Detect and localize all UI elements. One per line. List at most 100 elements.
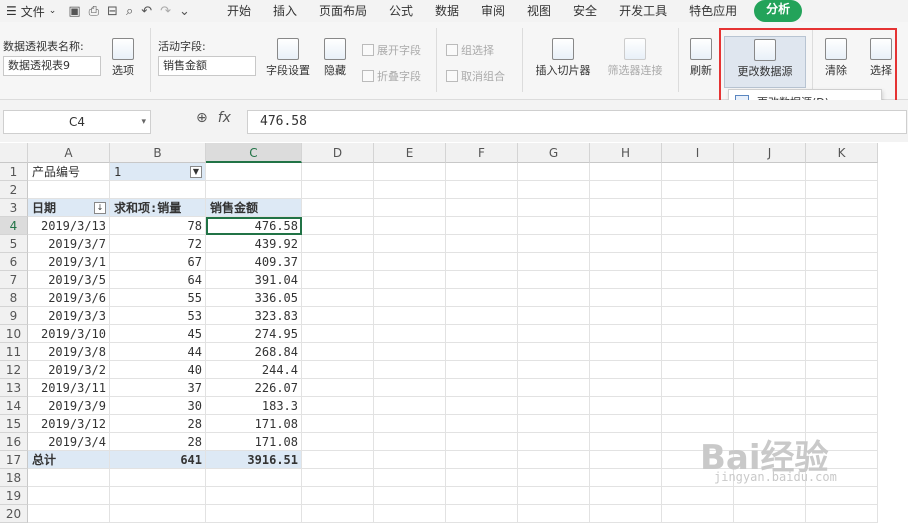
cell[interactable] bbox=[446, 253, 518, 271]
amount-cell[interactable]: 226.07 bbox=[206, 379, 302, 397]
cell[interactable] bbox=[662, 343, 734, 361]
cell[interactable] bbox=[734, 307, 806, 325]
cell[interactable] bbox=[806, 379, 878, 397]
cell[interactable] bbox=[374, 235, 446, 253]
row-header-4[interactable]: 4 bbox=[0, 217, 28, 235]
cell[interactable] bbox=[302, 253, 374, 271]
cell[interactable] bbox=[446, 199, 518, 217]
cell[interactable] bbox=[302, 361, 374, 379]
field-settings-button[interactable]: 字段设置 bbox=[262, 38, 314, 78]
cell[interactable] bbox=[518, 289, 590, 307]
row-header-17[interactable]: 17 bbox=[0, 451, 28, 469]
cell[interactable] bbox=[590, 325, 662, 343]
filter-dropdown-icon[interactable]: ▼ bbox=[190, 166, 202, 178]
date-cell[interactable]: 2019/3/4 bbox=[28, 433, 110, 451]
cell[interactable] bbox=[590, 505, 662, 523]
tab-2[interactable]: 页面布局 bbox=[308, 0, 378, 22]
column-header-K[interactable]: K bbox=[806, 143, 878, 163]
cell[interactable] bbox=[590, 271, 662, 289]
date-cell[interactable]: 2019/3/2 bbox=[28, 361, 110, 379]
tab-1[interactable]: 插入 bbox=[262, 0, 308, 22]
formula-input[interactable]: 476.58 bbox=[247, 110, 907, 134]
save-icon[interactable]: ▣ bbox=[68, 4, 80, 19]
cell[interactable] bbox=[206, 181, 302, 199]
amount-cell[interactable]: 391.04 bbox=[206, 271, 302, 289]
cell[interactable] bbox=[302, 469, 374, 487]
header-qty[interactable]: 求和项:销量 bbox=[110, 199, 206, 217]
date-cell[interactable]: 2019/3/5 bbox=[28, 271, 110, 289]
cell[interactable] bbox=[734, 289, 806, 307]
cell[interactable] bbox=[302, 397, 374, 415]
redo-icon[interactable]: ↷ bbox=[160, 4, 171, 19]
cell[interactable] bbox=[806, 397, 878, 415]
tab-analyze[interactable]: 分析 bbox=[754, 0, 803, 22]
undo-icon[interactable]: ↶ bbox=[141, 4, 152, 19]
cell[interactable] bbox=[302, 307, 374, 325]
cell[interactable] bbox=[446, 325, 518, 343]
cell[interactable] bbox=[446, 487, 518, 505]
column-header-E[interactable]: E bbox=[374, 143, 446, 163]
column-header-J[interactable]: J bbox=[734, 143, 806, 163]
cell[interactable] bbox=[590, 469, 662, 487]
cell[interactable] bbox=[518, 415, 590, 433]
tab-9[interactable]: 特色应用 bbox=[678, 0, 748, 22]
cell[interactable] bbox=[446, 379, 518, 397]
cell[interactable] bbox=[110, 469, 206, 487]
cell[interactable] bbox=[662, 307, 734, 325]
cell[interactable] bbox=[734, 343, 806, 361]
cell[interactable] bbox=[446, 235, 518, 253]
cell[interactable] bbox=[302, 343, 374, 361]
cell[interactable] bbox=[446, 505, 518, 523]
expand-field-button[interactable]: 展开字段 bbox=[362, 42, 421, 58]
cell[interactable] bbox=[374, 487, 446, 505]
amount-cell[interactable]: 476.58 bbox=[206, 217, 302, 235]
cell[interactable] bbox=[446, 163, 518, 181]
cell[interactable] bbox=[28, 469, 110, 487]
qty-cell[interactable]: 55 bbox=[110, 289, 206, 307]
cell[interactable] bbox=[446, 451, 518, 469]
cell[interactable] bbox=[734, 379, 806, 397]
cell[interactable] bbox=[446, 361, 518, 379]
cell[interactable] bbox=[590, 289, 662, 307]
date-cell[interactable]: 2019/3/3 bbox=[28, 307, 110, 325]
row-header-3[interactable]: 3 bbox=[0, 199, 28, 217]
cell[interactable] bbox=[806, 163, 878, 181]
cell[interactable] bbox=[518, 325, 590, 343]
cell[interactable] bbox=[806, 361, 878, 379]
ungroup-button[interactable]: 取消组合 bbox=[446, 68, 505, 84]
cell[interactable] bbox=[662, 217, 734, 235]
cell[interactable] bbox=[302, 235, 374, 253]
row-header-12[interactable]: 12 bbox=[0, 361, 28, 379]
cell[interactable] bbox=[662, 289, 734, 307]
pivot-name-field[interactable]: 数据透视表9 bbox=[3, 56, 101, 76]
qty-cell[interactable]: 40 bbox=[110, 361, 206, 379]
group-select-button[interactable]: 组选择 bbox=[446, 42, 494, 58]
print-icon[interactable]: ⊟ bbox=[107, 4, 118, 19]
cell[interactable] bbox=[110, 181, 206, 199]
date-cell[interactable]: 2019/3/1 bbox=[28, 253, 110, 271]
cell[interactable] bbox=[110, 487, 206, 505]
cell[interactable] bbox=[734, 361, 806, 379]
cell[interactable] bbox=[374, 451, 446, 469]
tab-6[interactable]: 视图 bbox=[516, 0, 562, 22]
column-header-F[interactable]: F bbox=[446, 143, 518, 163]
cell[interactable] bbox=[206, 487, 302, 505]
cell[interactable] bbox=[590, 217, 662, 235]
cell[interactable] bbox=[734, 271, 806, 289]
total-amount[interactable]: 3916.51 bbox=[206, 451, 302, 469]
cell[interactable] bbox=[518, 487, 590, 505]
cell[interactable] bbox=[662, 181, 734, 199]
cell[interactable] bbox=[302, 181, 374, 199]
cell[interactable] bbox=[662, 271, 734, 289]
column-header-C[interactable]: C bbox=[206, 143, 302, 163]
cell[interactable] bbox=[374, 325, 446, 343]
cell[interactable] bbox=[374, 253, 446, 271]
fx-icon[interactable]: fx bbox=[218, 110, 231, 126]
cell[interactable] bbox=[518, 253, 590, 271]
filter-connection-button[interactable]: 筛选器连接 bbox=[602, 38, 668, 78]
cell[interactable] bbox=[590, 235, 662, 253]
header-amount[interactable]: 销售金额 bbox=[206, 199, 302, 217]
cell[interactable] bbox=[590, 163, 662, 181]
cell[interactable] bbox=[446, 343, 518, 361]
qty-cell[interactable]: 78 bbox=[110, 217, 206, 235]
